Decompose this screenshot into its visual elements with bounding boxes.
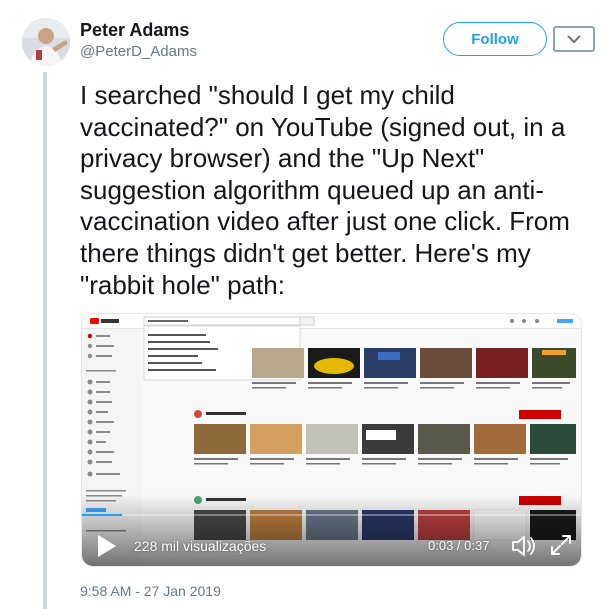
more-menu-button[interactable] (553, 26, 595, 52)
author-handle[interactable]: @PeterD_Adams (80, 43, 197, 60)
play-icon[interactable] (95, 533, 119, 559)
author-name[interactable]: Peter Adams (80, 20, 189, 41)
tweet-text: I searched "should I get my child vaccin… (80, 80, 570, 300)
video-progress-fill (82, 514, 123, 516)
view-count: 228 mil visualizações (134, 538, 267, 554)
volume-icon[interactable] (510, 533, 536, 559)
author-avatar[interactable] (22, 18, 70, 66)
fullscreen-icon[interactable] (549, 533, 573, 557)
tweet-timestamp[interactable]: 9:58 AM - 27 Jan 2019 (80, 583, 221, 599)
thread-line (43, 72, 47, 609)
youtube-logo-icon (90, 318, 99, 324)
follow-button[interactable]: Follow (443, 22, 547, 56)
video-time: 0:03 / 0:37 (428, 538, 490, 553)
video-player[interactable] (81, 313, 582, 567)
video-frame (82, 314, 581, 566)
chevron-down-icon (567, 35, 581, 43)
